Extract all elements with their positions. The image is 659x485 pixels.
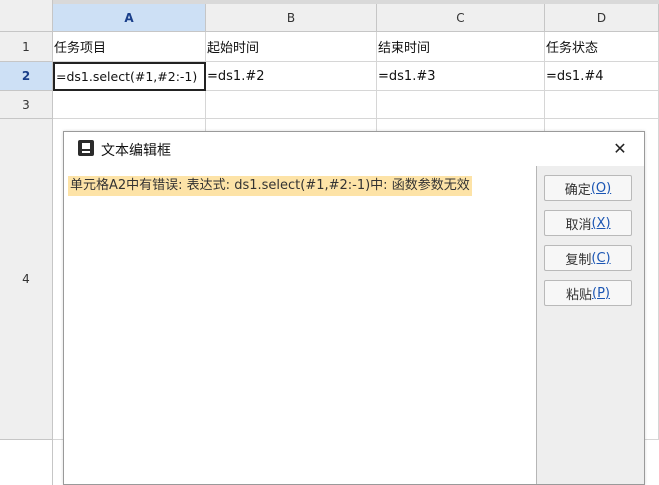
cell-a3[interactable] (53, 91, 206, 119)
column-header-b[interactable]: B (206, 4, 377, 32)
cell-b2[interactable]: =ds1.#2 (206, 62, 377, 91)
paste-button-shortcut: (P) (592, 285, 610, 301)
cell-d2[interactable]: =ds1.#4 (545, 62, 659, 91)
copy-button[interactable]: 复制 (C) (544, 245, 632, 271)
row-header-filler (0, 440, 53, 485)
column-header-c[interactable]: C (377, 4, 545, 32)
ok-button-shortcut: (O) (590, 180, 612, 196)
paste-button[interactable]: 粘贴 (P) (544, 280, 632, 306)
dialog-title-bar[interactable]: 文本编辑框 ✕ (64, 132, 644, 166)
cancel-button[interactable]: 取消 (X) (544, 210, 632, 236)
cell-d3[interactable] (545, 91, 659, 119)
error-message: 单元格A2中有错误: 表达式: ds1.select(#1,#2:-1)中: 函… (68, 176, 472, 196)
row-header-1[interactable]: 1 (0, 32, 53, 62)
row-header-2[interactable]: 2 (0, 62, 53, 91)
paste-button-label: 粘贴 (566, 287, 593, 303)
cancel-button-label: 取消 (565, 217, 592, 233)
cell-c1[interactable]: 结束时间 (377, 32, 545, 62)
dialog-button-panel: 确定 (O) 取消 (X) 复制 (C) 粘贴 (P) (537, 166, 644, 484)
ok-button[interactable]: 确定 (O) (544, 175, 632, 201)
close-icon[interactable]: ✕ (610, 138, 630, 158)
ok-button-label: 确定 (564, 182, 591, 198)
cell-a2[interactable]: =ds1.select(#1,#2:-1) (53, 62, 206, 91)
text-edit-area[interactable]: 单元格A2中有错误: 表达式: ds1.select(#1,#2:-1)中: 函… (65, 166, 537, 484)
cell-c2[interactable]: =ds1.#3 (377, 62, 545, 91)
text-edit-dialog: 文本编辑框 ✕ 单元格A2中有错误: 表达式: ds1.select(#1,#2… (63, 131, 645, 485)
cell-b3[interactable] (206, 91, 377, 119)
cell-c3[interactable] (377, 91, 545, 119)
column-header-a[interactable]: A (53, 4, 206, 32)
copy-button-label: 复制 (565, 252, 592, 268)
row-header-3[interactable]: 3 (0, 91, 53, 119)
dialog-title: 文本编辑框 (101, 143, 171, 159)
row-header-4[interactable]: 4 (0, 119, 53, 440)
select-all-corner[interactable] (0, 0, 53, 32)
column-header-d[interactable]: D (545, 4, 659, 32)
cancel-button-shortcut: (X) (591, 215, 611, 231)
copy-button-shortcut: (C) (591, 250, 611, 266)
app-logo-icon (78, 140, 94, 156)
cell-a1[interactable]: 任务项目 (53, 32, 206, 62)
cell-d1[interactable]: 任务状态 (545, 32, 659, 62)
cell-b1[interactable]: 起始时间 (206, 32, 377, 62)
